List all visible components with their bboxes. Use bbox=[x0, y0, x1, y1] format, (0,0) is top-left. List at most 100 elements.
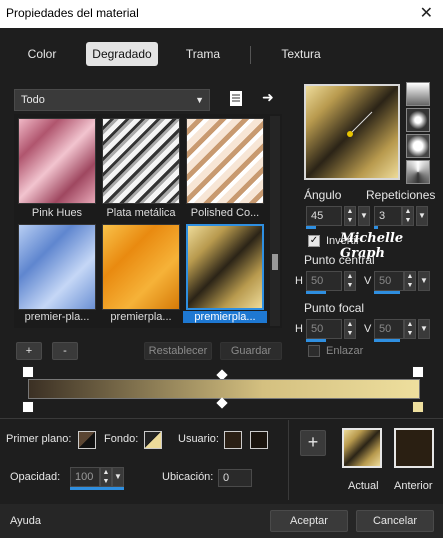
center-v-dropdown-icon[interactable]: ▼ bbox=[418, 271, 430, 291]
tab-color[interactable]: Color bbox=[14, 42, 70, 66]
gallery-item-label[interactable]: premierpla... bbox=[99, 311, 183, 323]
color-midpoint[interactable] bbox=[216, 397, 228, 409]
repeat-dropdown-icon[interactable]: ▼ bbox=[416, 206, 428, 226]
focal-h-input[interactable]: 50 bbox=[306, 319, 342, 339]
link-label: Enlazar bbox=[326, 345, 364, 357]
opacity-stop-left[interactable] bbox=[22, 366, 34, 378]
invert-checkbox[interactable]: ✓ bbox=[308, 235, 320, 247]
scrollbar-thumb[interactable] bbox=[272, 254, 278, 270]
title-bar: Propiedades del material ✕ bbox=[0, 0, 443, 28]
current-label: Actual bbox=[348, 480, 379, 492]
color-stop-right[interactable] bbox=[412, 401, 424, 413]
gradient-gallery: Pink Hues Plata metálica Polished Co... … bbox=[14, 114, 282, 328]
center-h-input[interactable]: 50 bbox=[306, 271, 342, 291]
previous-swatch[interactable] bbox=[394, 428, 434, 468]
vertical-divider bbox=[288, 420, 289, 500]
angle-handle-icon[interactable] bbox=[306, 86, 398, 178]
help-link[interactable]: Ayuda bbox=[10, 515, 41, 527]
user-swatch-2[interactable] bbox=[250, 431, 268, 449]
tab-texture[interactable]: Textura bbox=[266, 42, 336, 66]
opacity-label: Opacidad: bbox=[10, 471, 61, 483]
focal-v-label: V bbox=[364, 323, 372, 335]
gradient-bar[interactable] bbox=[28, 379, 420, 399]
repeat-stepper[interactable]: ▲ ▼ bbox=[402, 206, 414, 226]
focal-h-stepper[interactable]: ▲ ▼ bbox=[344, 319, 356, 339]
center-v-label: V bbox=[364, 275, 372, 287]
focal-v-input[interactable]: 50 bbox=[374, 319, 404, 339]
gallery-item-label[interactable]: Polished Co... bbox=[183, 207, 267, 219]
gradient-preview[interactable] bbox=[304, 84, 400, 180]
gallery-item-thumb[interactable] bbox=[186, 118, 264, 204]
angle-stepper[interactable]: ▲ ▼ bbox=[344, 206, 356, 226]
footer-bar: Ayuda Aceptar Cancelar bbox=[0, 504, 443, 538]
focal-v-dropdown-icon[interactable]: ▼ bbox=[418, 319, 430, 339]
focal-v-slider[interactable] bbox=[374, 339, 400, 342]
angle-input[interactable]: 45 bbox=[306, 206, 342, 226]
center-v-stepper[interactable]: ▲ ▼ bbox=[404, 271, 416, 291]
category-value: Todo bbox=[21, 94, 45, 106]
window-title: Propiedades del material bbox=[6, 6, 139, 20]
foreground-swatch[interactable] bbox=[78, 431, 96, 449]
center-h-label: H bbox=[295, 275, 303, 287]
center-v-input[interactable]: 50 bbox=[374, 271, 404, 291]
linear-style-button[interactable] bbox=[406, 82, 430, 106]
repeat-input[interactable]: 3 bbox=[374, 206, 402, 226]
center-h-stepper[interactable]: ▲ ▼ bbox=[344, 271, 356, 291]
add-to-swatches-button[interactable]: + bbox=[300, 430, 326, 456]
focal-h-slider[interactable] bbox=[306, 339, 326, 342]
browse-files-icon[interactable] bbox=[228, 90, 244, 108]
arrow-right-icon[interactable]: ➜ bbox=[262, 89, 274, 106]
repeat-label: Repeticiones bbox=[366, 188, 436, 202]
close-icon[interactable]: ✕ bbox=[420, 3, 433, 23]
radial-style-button[interactable] bbox=[406, 160, 430, 184]
user-swatch-1[interactable] bbox=[224, 431, 242, 449]
center-h-slider[interactable] bbox=[306, 291, 326, 294]
angle-label: Ángulo bbox=[304, 188, 342, 202]
gallery-scrollbar[interactable] bbox=[270, 116, 280, 326]
foreground-label: Primer plano: bbox=[6, 433, 72, 445]
gallery-item-thumb[interactable] bbox=[18, 224, 96, 310]
gallery-item-label[interactable]: premier-pla... bbox=[15, 311, 99, 323]
location-input[interactable]: 0 bbox=[218, 469, 252, 487]
previous-label: Anterior bbox=[394, 480, 433, 492]
focal-point-label: Punto focal bbox=[304, 301, 365, 315]
center-point-label: Punto central bbox=[304, 253, 375, 267]
focal-h-label: H bbox=[295, 323, 303, 335]
opacity-input[interactable]: 100 bbox=[70, 467, 100, 487]
opacity-slider[interactable] bbox=[70, 487, 124, 490]
opacity-stepper[interactable]: ▲ ▼ bbox=[100, 467, 112, 487]
gallery-item-thumb[interactable] bbox=[102, 224, 180, 310]
gallery-item-label[interactable]: Pink Hues bbox=[15, 207, 99, 219]
background-swatch[interactable] bbox=[144, 431, 162, 449]
chevron-down-icon: ▼ bbox=[195, 95, 204, 105]
opacity-stop-right[interactable] bbox=[412, 366, 424, 378]
color-stop-left[interactable] bbox=[22, 401, 34, 413]
opacity-dropdown-icon[interactable]: ▼ bbox=[112, 467, 124, 487]
repeat-slider[interactable] bbox=[374, 226, 378, 229]
tab-gradient[interactable]: Degradado bbox=[86, 42, 158, 66]
user-label: Usuario: bbox=[178, 433, 219, 445]
link-checkbox[interactable] bbox=[308, 345, 320, 357]
rectangular-style-button[interactable] bbox=[406, 108, 430, 132]
gallery-item-thumb-selected[interactable] bbox=[186, 224, 264, 310]
add-button[interactable]: + bbox=[16, 342, 42, 360]
reset-button[interactable]: Restablecer bbox=[144, 342, 212, 360]
cancel-button[interactable]: Cancelar bbox=[356, 510, 434, 532]
location-label: Ubicación: bbox=[162, 471, 214, 483]
center-v-slider[interactable] bbox=[374, 291, 400, 294]
gallery-item-label[interactable]: Plata metálica bbox=[99, 207, 183, 219]
gallery-item-thumb[interactable] bbox=[18, 118, 96, 204]
current-swatch[interactable] bbox=[342, 428, 382, 468]
category-dropdown[interactable]: Todo ▼ bbox=[14, 89, 210, 111]
angle-dropdown-icon[interactable]: ▼ bbox=[358, 206, 370, 226]
gallery-item-label-selected[interactable]: premierpla... bbox=[183, 311, 267, 323]
angle-slider[interactable] bbox=[306, 226, 316, 229]
gallery-item-thumb[interactable] bbox=[102, 118, 180, 204]
remove-button[interactable]: - bbox=[52, 342, 78, 360]
ok-button[interactable]: Aceptar bbox=[270, 510, 348, 532]
tab-pattern[interactable]: Trama bbox=[168, 42, 238, 66]
focal-v-stepper[interactable]: ▲ ▼ bbox=[404, 319, 416, 339]
background-label: Fondo: bbox=[104, 433, 139, 445]
save-button[interactable]: Guardar bbox=[220, 342, 282, 360]
sunburst-style-button[interactable] bbox=[406, 134, 430, 158]
